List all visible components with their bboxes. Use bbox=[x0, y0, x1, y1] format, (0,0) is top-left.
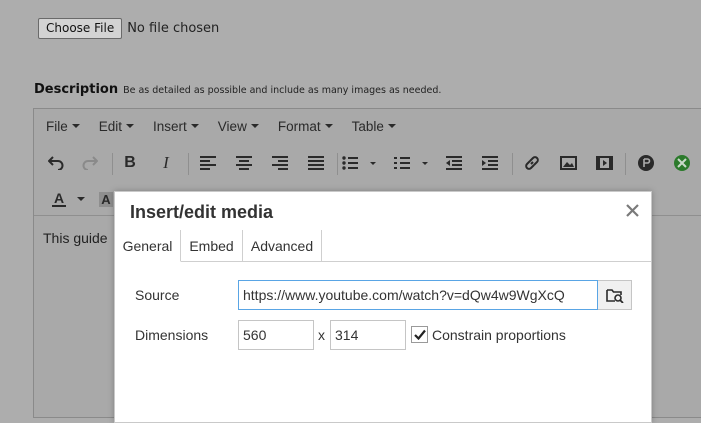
background-color-letter: A bbox=[99, 191, 113, 207]
menu-format[interactable]: Format bbox=[278, 119, 333, 134]
close-icon[interactable] bbox=[623, 201, 641, 219]
menu-view-label: View bbox=[217, 118, 247, 134]
editor-menubar: File Edit Insert View Format Table bbox=[34, 109, 701, 143]
browse-icon bbox=[605, 289, 624, 303]
dialog-tabs: General Embed Advanced bbox=[115, 230, 651, 262]
menu-format-label: Format bbox=[277, 118, 321, 134]
dimension-separator: x bbox=[318, 327, 325, 343]
indent-icon[interactable] bbox=[476, 145, 504, 181]
constrain-checkbox[interactable] bbox=[411, 326, 428, 343]
text-color-bar bbox=[52, 205, 66, 207]
justify-icon[interactable] bbox=[302, 145, 330, 181]
description-header: Description Be as detailed as possible a… bbox=[34, 82, 441, 97]
link-icon[interactable] bbox=[518, 145, 546, 181]
menu-insert[interactable]: Insert bbox=[153, 119, 199, 134]
tab-general[interactable]: General bbox=[115, 230, 181, 262]
toolbar-divider bbox=[112, 153, 113, 175]
bold-icon[interactable]: B bbox=[116, 145, 144, 181]
playstation-icon[interactable] bbox=[632, 145, 660, 181]
source-input[interactable] bbox=[238, 280, 598, 310]
menu-view[interactable]: View bbox=[218, 119, 259, 134]
tab-advanced-label: Advanced bbox=[250, 237, 314, 254]
chevron-down-icon bbox=[71, 124, 80, 128]
browse-button[interactable] bbox=[598, 280, 632, 310]
menu-insert-label: Insert bbox=[153, 118, 187, 134]
tab-general-label: General bbox=[122, 237, 173, 254]
menu-edit[interactable]: Edit bbox=[98, 118, 135, 134]
chevron-down-icon bbox=[387, 124, 396, 128]
caret bbox=[77, 197, 85, 201]
insert-media-dialog: Insert/edit media General Embed Advanced… bbox=[114, 191, 652, 423]
check-icon bbox=[413, 329, 426, 340]
outdent-icon[interactable] bbox=[440, 145, 468, 181]
italic-icon[interactable]: I bbox=[152, 145, 180, 181]
image-icon[interactable] bbox=[554, 145, 582, 181]
tab-advanced[interactable]: Advanced bbox=[243, 230, 322, 261]
chevron-down-icon[interactable] bbox=[74, 181, 88, 217]
numbered-list-icon[interactable] bbox=[394, 145, 436, 181]
align-right-icon[interactable] bbox=[266, 145, 294, 181]
dimensions-label: Dimensions bbox=[135, 327, 209, 343]
menu-table-label: Table bbox=[351, 118, 384, 134]
constrain-label: Constrain proportions bbox=[432, 327, 566, 343]
media-icon[interactable] bbox=[590, 145, 618, 181]
dialog-title: Insert/edit media bbox=[130, 202, 274, 222]
background-color-icon[interactable]: A bbox=[96, 181, 116, 217]
toolbar-divider bbox=[625, 153, 626, 175]
choose-file-button[interactable]: Choose File bbox=[38, 17, 123, 39]
description-title: Description bbox=[34, 82, 119, 97]
text-color-letter: A bbox=[53, 190, 65, 206]
editor-text: This guide bbox=[43, 230, 108, 246]
file-upload: Choose File No file chosen bbox=[38, 17, 219, 39]
chevron-down-icon bbox=[190, 124, 199, 128]
toolbar-divider bbox=[512, 153, 513, 175]
chevron-down-icon bbox=[126, 124, 135, 128]
menu-file[interactable]: File bbox=[46, 119, 80, 134]
description-hint: Be as detailed as possible and include a… bbox=[123, 85, 442, 96]
tab-embed-label: Embed bbox=[189, 237, 234, 254]
toolbar-divider bbox=[188, 153, 189, 175]
bullet-list-icon[interactable] bbox=[342, 145, 384, 181]
chevron-down-icon bbox=[324, 124, 333, 128]
redo-icon[interactable] bbox=[76, 145, 104, 181]
text-color-icon[interactable]: A bbox=[46, 181, 72, 217]
toolbar-divider bbox=[337, 153, 338, 175]
menu-file-label: File bbox=[46, 118, 68, 134]
undo-icon[interactable] bbox=[42, 145, 70, 181]
align-center-icon[interactable] bbox=[230, 145, 258, 181]
tab-embed[interactable]: Embed bbox=[181, 230, 243, 261]
xbox-icon[interactable] bbox=[668, 145, 696, 181]
editor-toolbar: B I bbox=[34, 145, 701, 181]
file-status: No file chosen bbox=[127, 20, 220, 36]
chevron-down-icon bbox=[250, 124, 259, 128]
width-input[interactable] bbox=[238, 320, 314, 350]
menu-table[interactable]: Table bbox=[352, 119, 396, 134]
height-input[interactable] bbox=[330, 320, 406, 350]
align-left-icon[interactable] bbox=[194, 145, 222, 181]
source-label: Source bbox=[135, 287, 180, 303]
menu-edit-label: Edit bbox=[98, 118, 123, 134]
